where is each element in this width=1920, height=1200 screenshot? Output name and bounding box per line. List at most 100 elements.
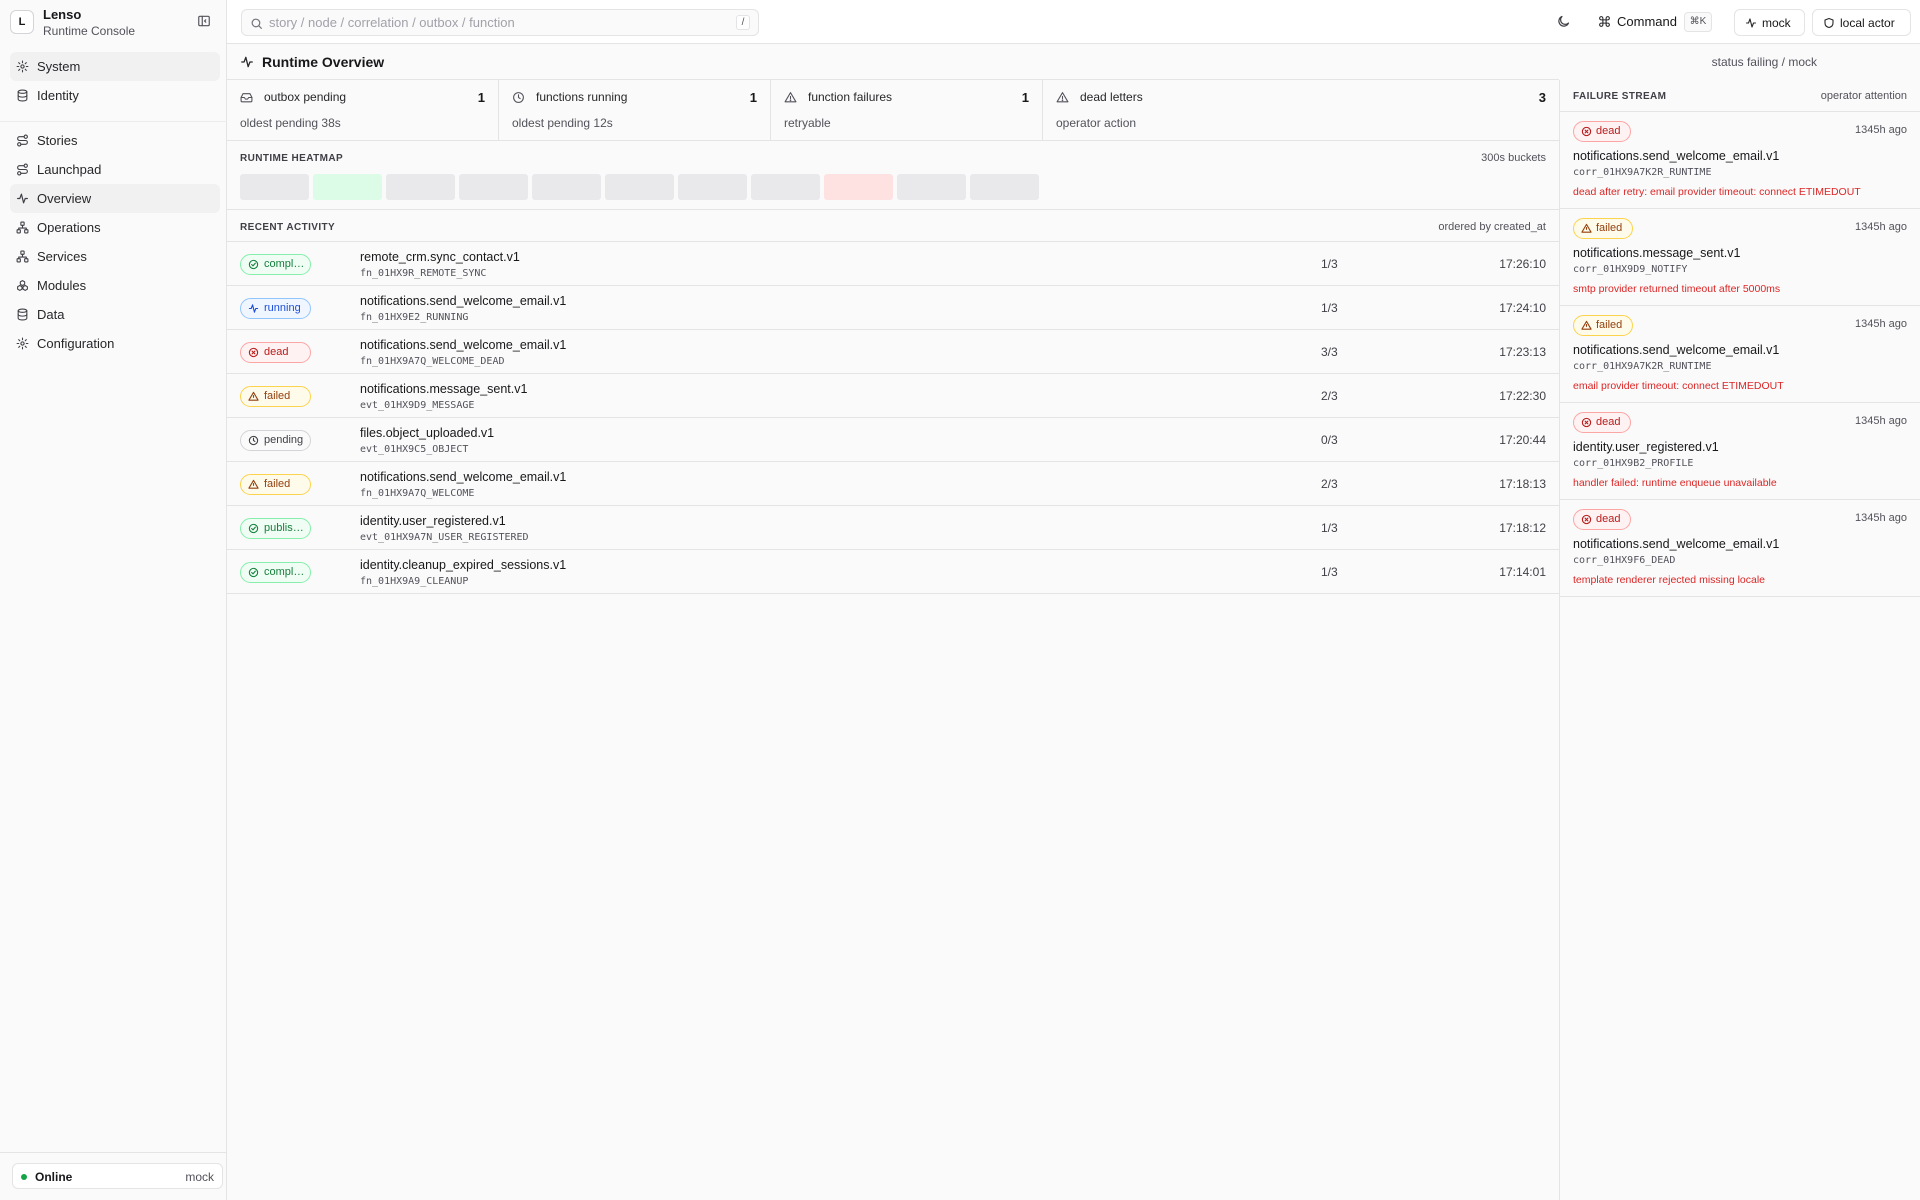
failure-age: 1345h ago: [1855, 415, 1907, 427]
failure-item[interactable]: dead 1345h ago notifications.send_welcome_…: [1560, 500, 1920, 597]
activity-attempts: 1/3: [1321, 301, 1338, 315]
activity-row[interactable]: published identity.user_registered.v1 evt_…: [227, 506, 1559, 550]
activity-id: evt_01HX9C5_OBJECT: [360, 444, 469, 455]
stat-value: 1: [749, 90, 757, 105]
status-badge-label: failed: [264, 478, 291, 490]
heatmap-cell[interactable]: [386, 174, 455, 200]
sidebar-item-label: Modules: [37, 278, 87, 293]
sidebar-item-label: Overview: [37, 191, 92, 206]
mode-button[interactable]: mock: [1734, 9, 1805, 36]
heatmap-cell[interactable]: [970, 174, 1039, 200]
activity-attempts: 1/3: [1321, 521, 1338, 535]
failure-name: notifications.send_welcome_email.v1: [1573, 537, 1780, 551]
activity-attempts: 2/3: [1321, 477, 1338, 491]
activity-id: fn_01HX9A7Q_WELCOME_DEAD: [360, 356, 505, 367]
sidebar-item-modules[interactable]: Modules: [10, 271, 220, 300]
failure-age: 1345h ago: [1855, 221, 1907, 233]
status-badge: failed: [1573, 218, 1634, 239]
stat-label: functions running: [536, 90, 628, 104]
heatmap-cell[interactable]: [824, 174, 893, 200]
heatmap-cell[interactable]: [240, 174, 309, 200]
sidebar-collapse-icon[interactable]: [197, 14, 213, 30]
status-badge: completed: [240, 254, 311, 275]
status-badge: completed: [240, 562, 311, 583]
failure-name: notifications.send_welcome_email.v1: [1573, 149, 1780, 163]
activity-row[interactable]: completed remote_crm.sync_contact.v1 fn_01…: [227, 242, 1559, 286]
brand-subtitle: Runtime Console: [43, 24, 136, 38]
failure-item[interactable]: dead 1345h ago identity.user_registered.v1…: [1560, 403, 1920, 500]
activity-attempts: 0/3: [1321, 433, 1338, 447]
status-badge-label: failed: [1596, 319, 1623, 331]
status-badge: dead: [1573, 509, 1632, 530]
status-badge-label: failed: [264, 390, 291, 402]
activity-attempts: 3/3: [1321, 345, 1338, 359]
sidebar-item-overview[interactable]: Overview: [10, 184, 220, 213]
failure-age: 1345h ago: [1855, 124, 1907, 136]
activity-time: 17:24:10: [1499, 301, 1546, 315]
sidebar-nav-runtime: Stories Launchpad Overview Operations Servic…: [10, 126, 220, 358]
sidebar-item-services[interactable]: Services: [10, 242, 220, 271]
activity-attempts: 1/3: [1321, 565, 1338, 579]
failure-item[interactable]: failed 1345h ago notifications.send_welcom…: [1560, 306, 1920, 403]
x-circle-icon: [1581, 514, 1592, 525]
heatmap-cell[interactable]: [532, 174, 601, 200]
activity-time: 17:22:30: [1499, 389, 1546, 403]
status-badge-label: dead: [1596, 513, 1621, 525]
heatmap-cell[interactable]: [678, 174, 747, 200]
sidebar-item-label: Services: [37, 249, 87, 264]
stats-bar: outbox pending 1 oldest pending 38s functio…: [227, 80, 1559, 141]
mode-label: mock: [1762, 16, 1791, 30]
search-input[interactable]: [269, 13, 709, 32]
activity-attempts: 1/3: [1321, 257, 1338, 271]
warning-icon: [248, 479, 259, 490]
activity-name: notifications.send_welcome_email.v1: [360, 294, 567, 308]
sidebar-item-identity[interactable]: Identity: [10, 81, 220, 110]
page-header: Runtime Overview status failing / mock: [227, 44, 1817, 80]
sidebar-item-system[interactable]: System: [10, 52, 220, 81]
sidebar-item-operations[interactable]: Operations: [10, 213, 220, 242]
clock-icon: [248, 435, 259, 446]
brand-logo: L: [10, 10, 34, 34]
stat-outbox-pending: outbox pending 1 oldest pending 38s: [227, 80, 499, 141]
actor-button[interactable]: local actor: [1812, 9, 1911, 36]
status-badge-label: dead: [1596, 125, 1621, 137]
stat-subtext: operator action: [1056, 116, 1137, 130]
activity-row[interactable]: dead notifications.send_welcome_email.v1 f…: [227, 330, 1559, 374]
sidebar-item-label: System: [37, 59, 81, 74]
warning-icon: [1581, 223, 1592, 234]
inbox-icon: [240, 91, 253, 104]
heatmap-cell[interactable]: [897, 174, 966, 200]
activity-id: evt_01HX9A7N_USER_REGISTERED: [360, 532, 529, 543]
sidebar-item-label: Data: [37, 307, 65, 322]
activity-row[interactable]: failed notifications.message_sent.v1 evt_0…: [227, 374, 1559, 418]
moon-icon[interactable]: [1556, 14, 1571, 29]
warning-icon: [1581, 320, 1592, 331]
activity-row[interactable]: running notifications.send_welcome_email.…: [227, 286, 1559, 330]
activity-row[interactable]: completed identity.cleanup_expired_sessio…: [227, 550, 1559, 594]
heatmap-cell[interactable]: [605, 174, 674, 200]
failure-correlation-id: corr_01HX9D9_NOTIFY: [1573, 264, 1688, 275]
heatmap-cell[interactable]: [751, 174, 820, 200]
activity-id: fn_01HX9R_REMOTE_SYNC: [360, 268, 487, 279]
sidebar-item-launchpad[interactable]: Launchpad: [10, 155, 220, 184]
failure-item[interactable]: failed 1345h ago notifications.message_sen…: [1560, 209, 1920, 306]
sidebar-item-label: Identity: [37, 88, 79, 103]
failure-item[interactable]: dead 1345h ago notifications.send_welcome_…: [1560, 112, 1920, 209]
boxes-icon: [16, 279, 29, 292]
heatmap-cell[interactable]: [459, 174, 528, 200]
stat-label: dead letters: [1080, 90, 1143, 104]
status-badge-label: completed: [264, 566, 308, 578]
check-circle-icon: [248, 259, 259, 270]
sidebar-item-stories[interactable]: Stories: [10, 126, 220, 155]
sidebar-item-configuration[interactable]: Configuration: [10, 329, 220, 358]
sidebar-item-data[interactable]: Data: [10, 300, 220, 329]
activity-row[interactable]: pending files.object_uploaded.v1 evt_01HX9…: [227, 418, 1559, 462]
activity-row[interactable]: failed notifications.send_welcome_email.v…: [227, 462, 1559, 506]
warning-icon: [784, 91, 797, 104]
activity-name: notifications.send_welcome_email.v1: [360, 338, 567, 352]
failure-error: template renderer rejected missing local…: [1573, 574, 1766, 586]
activity-time: 17:18:13: [1499, 477, 1546, 491]
sidebar-item-label: Configuration: [37, 336, 115, 351]
failure-error: smtp provider returned timeout after 500…: [1573, 283, 1781, 295]
heatmap-cell[interactable]: [313, 174, 382, 200]
